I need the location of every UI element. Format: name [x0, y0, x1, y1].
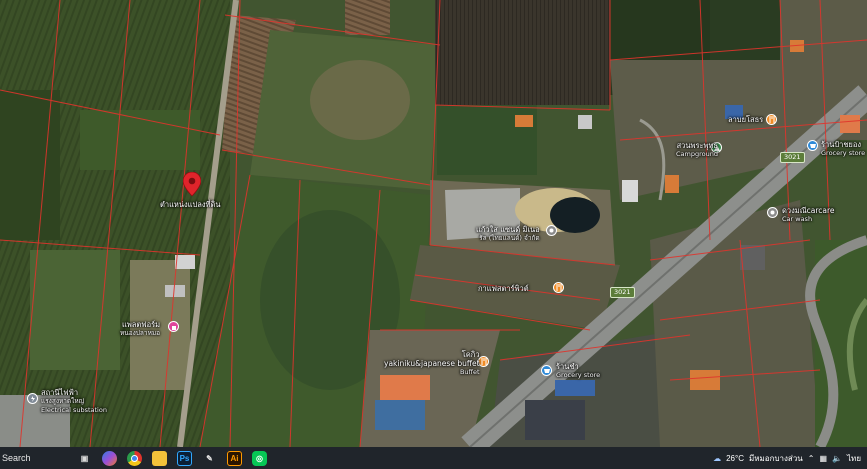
road-shield: 3021 — [780, 152, 805, 163]
poi-carcare-line1: ดวงมณีcarcare — [782, 206, 835, 215]
line-icon[interactable]: ◎ — [252, 450, 267, 466]
illustrator-icon[interactable]: Ai — [227, 450, 242, 466]
poi-substation-line2: แรงสูงหาดใหญ่ — [41, 397, 85, 405]
poi-factory-line1: แก้วใส แซนด์ มิเนอ — [476, 225, 540, 234]
poi-grocery-bottom[interactable]: ร้านชำ Grocery store — [556, 362, 600, 380]
weather-temp[interactable]: 26°C — [726, 454, 744, 463]
poi-factory[interactable]: แก้วใส แซนด์ มิเนอ รัล (ไทยแลนด์) จำกัด — [476, 225, 540, 243]
chevron-up-icon[interactable]: ⌃ — [808, 454, 815, 463]
poi-yakiniku-line3: Buffet — [459, 368, 480, 376]
language-indicator[interactable]: ไทย — [847, 452, 861, 465]
restaurant-icon[interactable] — [766, 114, 777, 125]
poi-substation-line3: Electrical substation — [41, 406, 107, 414]
file-explorer-icon[interactable] — [152, 450, 167, 466]
poi-restaurant-top[interactable]: ลาบยโสธร — [728, 115, 763, 124]
pen-tool-icon[interactable]: ✎ — [202, 451, 217, 466]
grocery-icon[interactable] — [807, 140, 818, 151]
poi-market[interactable]: แพลตฟอร์ม หนองปลาหมอ — [120, 320, 160, 338]
system-tray: ☁ 26°C มีหมอกบางส่วน ⌃ ▦ 🔈 ไทย — [713, 452, 867, 465]
grocery-icon[interactable] — [541, 365, 552, 376]
carwash-icon[interactable] — [767, 207, 778, 218]
pin-gray-icon[interactable] — [546, 225, 557, 236]
poi-grocery-right-line2: Grocery store — [821, 149, 866, 157]
poi-factory-line2: รัล (ไทยแลนด์) จำกัด — [479, 234, 540, 242]
road-shield: 3021 — [610, 287, 635, 298]
pin-label: ตำแหน่งแปลงที่ดิน — [160, 200, 221, 209]
satellite-imagery — [0, 0, 867, 447]
shopping-icon[interactable] — [168, 321, 179, 332]
poi-restaurant-mid[interactable]: กาแฟสตาร์พิวต์ — [478, 284, 529, 293]
weather-icon[interactable]: ☁ — [713, 454, 721, 463]
chrome-icon[interactable] — [127, 450, 142, 466]
poi-grocery-bottom-line1: ร้านชำ — [556, 362, 579, 371]
poi-substation[interactable]: สถานีไฟฟ้า แรงสูงหาดใหญ่ Electrical subs… — [41, 388, 107, 415]
poi-grocery-right-line1: ร้านป้าชยอง — [821, 140, 861, 149]
poi-grocery-right[interactable]: ร้านป้าชยอง Grocery store — [821, 140, 865, 158]
location-pin-icon[interactable] — [183, 172, 201, 196]
poi-yakiniku[interactable]: โคกิว yakiniku&japanese buffet Buffet — [384, 350, 480, 377]
photoshop-icon[interactable]: Ps — [177, 450, 192, 466]
poi-substation-line1: สถานีไฟฟ้า — [41, 388, 79, 397]
weather-desc[interactable]: มีหมอกบางส่วน — [749, 452, 803, 465]
volume-icon[interactable]: 🔈 — [832, 454, 842, 463]
poi-campground-line1: สวนพระพุทธ — [676, 141, 718, 150]
substation-icon[interactable] — [27, 393, 38, 404]
poi-market-line1: แพลตฟอร์ม — [122, 320, 161, 329]
taskbar: Search ▣ Ps ✎ Ai ◎ ☁ 26°C มีหมอกบางส่วน … — [0, 447, 867, 469]
task-view-icon[interactable]: ▣ — [77, 451, 92, 466]
poi-grocery-bottom-line2: Grocery store — [556, 371, 601, 379]
poi-yakiniku-line2: yakiniku&japanese buffet — [384, 359, 480, 368]
satellite-map[interactable]: ตำแหน่งแปลงที่ดิน แก้วใส แซนด์ มิเนอ รัล… — [0, 0, 867, 447]
poi-carcare[interactable]: ดวงมณีcarcare Car wash — [782, 206, 835, 224]
network-icon[interactable]: ▦ — [819, 454, 827, 463]
poi-campground[interactable]: สวนพระพุทธ Campground — [676, 141, 718, 159]
restaurant-icon[interactable] — [553, 282, 564, 293]
poi-carcare-line2: Car wash — [782, 215, 813, 223]
poi-campground-line2: Campground — [676, 150, 718, 158]
poi-yakiniku-line1: โคกิว — [461, 350, 480, 359]
copilot-icon[interactable] — [102, 450, 117, 466]
poi-market-line2: หนองปลาหมอ — [120, 329, 161, 337]
taskbar-search[interactable]: Search — [0, 453, 72, 463]
